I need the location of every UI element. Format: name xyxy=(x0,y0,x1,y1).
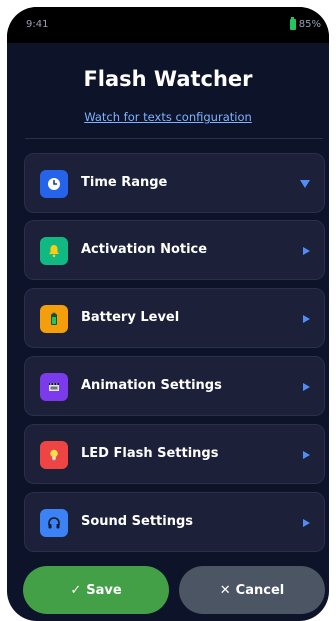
battery-icon xyxy=(40,305,68,333)
settings-row-battery-level[interactable]: Battery Level xyxy=(24,288,325,348)
status-bar: 9:41 85% xyxy=(7,7,329,43)
settings-row-label: Animation Settings xyxy=(81,378,222,393)
settings-row-label: Sound Settings xyxy=(81,514,193,529)
headphones-icon xyxy=(40,509,68,537)
settings-row-activation-notice[interactable]: Activation Notice xyxy=(24,220,325,280)
phone-frame: 9:41 85% Flash Watcher Watch for texts c… xyxy=(7,7,329,621)
close-icon: ✕ xyxy=(219,582,231,598)
status-battery: 85% xyxy=(289,17,321,30)
chevron-right-icon xyxy=(303,451,310,459)
cancel-label: Cancel xyxy=(235,582,285,598)
chevron-down-icon xyxy=(300,180,310,188)
battery-status-icon xyxy=(289,17,296,30)
chevron-right-icon xyxy=(303,315,310,323)
chevron-right-icon xyxy=(303,383,310,391)
save-label: Save xyxy=(86,582,122,598)
page-title: Flash Watcher xyxy=(83,67,253,91)
chevron-right-icon xyxy=(303,519,310,527)
save-button[interactable]: ✓ Save xyxy=(23,566,169,614)
settings-row-animation-settings[interactable]: Animation Settings xyxy=(24,356,325,416)
subtitle-link[interactable]: Watch for texts configuration xyxy=(7,110,329,124)
chevron-right-icon xyxy=(303,247,310,255)
clock-icon xyxy=(40,170,68,198)
lightbulb-icon xyxy=(40,441,68,469)
settings-row-label: Battery Level xyxy=(81,310,180,325)
settings-row-label: Time Range xyxy=(81,175,168,190)
settings-row-label: LED Flash Settings xyxy=(81,446,219,461)
settings-row-sound-settings[interactable]: Sound Settings xyxy=(24,492,325,552)
settings-row-label: Activation Notice xyxy=(81,242,208,257)
film-icon xyxy=(40,373,68,401)
header-divider xyxy=(25,138,323,139)
check-icon: ✓ xyxy=(70,582,82,598)
status-time: 9:41 xyxy=(26,19,49,30)
cancel-button[interactable]: ✕ Cancel xyxy=(179,566,325,614)
settings-row-led-flash-settings[interactable]: LED Flash Settings xyxy=(24,424,325,484)
settings-row-time-range[interactable]: Time Range xyxy=(24,153,325,213)
battery-percent: 85% xyxy=(298,19,321,30)
bell-icon xyxy=(40,237,68,265)
